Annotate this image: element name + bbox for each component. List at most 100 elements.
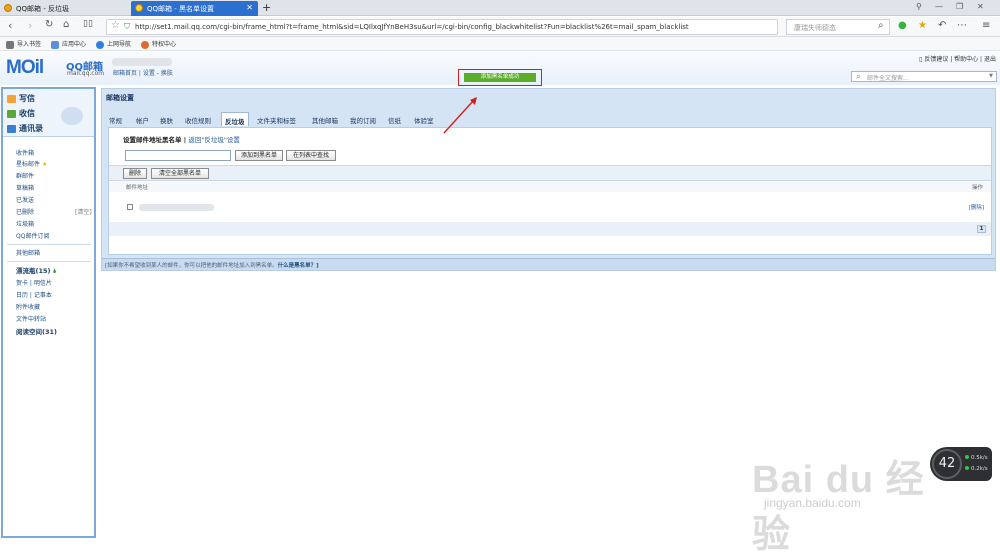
tab-title: QQ邮箱 - 黑名单设置 [147, 5, 214, 13]
top-links[interactable]: ▯ 反馈建议 | 帮助中心 | 退出 [919, 54, 996, 63]
col-action: 操作 [971, 185, 983, 191]
mail-search-input[interactable]: ⌕ 邮件全文搜索... ▼ [851, 71, 997, 82]
page-number[interactable]: 1 [977, 225, 986, 233]
reading-mode-icon[interactable]: ▯▯ [83, 19, 93, 29]
browser-tab-bar: QQ邮箱 - 反垃圾 QQ邮箱 - 黑名单设置 ✕ + ⚲ — ❐ ✕ [0, 0, 1000, 16]
folder-deleted[interactable]: 已删除 [16, 207, 34, 216]
watermark-url: jingyan.baidu.com [764, 496, 861, 510]
row-checkbox[interactable] [127, 204, 133, 210]
header-links[interactable]: 邮箱首页 | 设置 - 换肤 [113, 68, 173, 77]
sidebar: 写信 收信 通讯录 收件箱 星标邮件 ★ 群邮件 草稿箱 已发送 已删除 [清空… [1, 87, 96, 538]
what-is-blacklist-link[interactable]: 什么是黑名单？] [278, 263, 319, 269]
search-icon[interactable]: ⌕ [878, 20, 884, 31]
qq-mail-favicon-icon [135, 4, 143, 12]
row-delete-link[interactable]: [删除] [969, 203, 984, 211]
folder-spam[interactable]: 垃圾箱 [16, 219, 34, 228]
import-icon [6, 40, 14, 49]
browser-search-input[interactable]: 康瑞失师德态 [786, 19, 890, 35]
menu-icon[interactable]: ≡ [982, 20, 990, 31]
forward-icon[interactable]: › [28, 19, 32, 32]
tab-folders[interactable]: 文件夹和标签 [254, 112, 299, 126]
file-transfer[interactable]: 文件中转站 [16, 314, 46, 323]
home-icon[interactable]: ⌂ [63, 19, 69, 30]
receive-button[interactable]: 收信 [7, 108, 35, 119]
browser-tab-spam[interactable]: QQ邮箱 - 反垃圾 [0, 1, 125, 16]
browser-tab-blacklist[interactable]: QQ邮箱 - 黑名单设置 ✕ [131, 1, 258, 16]
bookmarks-bar: 导入书签 应用中心 上网导航 特权中心 [0, 37, 1000, 51]
success-message: 添加黑名单成功 [464, 73, 536, 82]
tab-subscriptions[interactable]: 我的订阅 [347, 112, 379, 126]
table-row: [删除] [109, 200, 991, 214]
restore-button[interactable]: ❐ [956, 2, 963, 11]
address-blurred [139, 204, 214, 211]
more-icon[interactable]: ⋯ [957, 20, 967, 31]
mail-header: MOil QQ邮箱 mail.qq.com 邮箱首页 | 设置 - 换肤 添加黑… [0, 51, 1000, 86]
back-link[interactable]: 返回"反垃圾"设置 [188, 136, 239, 144]
blacklist-address-input[interactable] [125, 150, 231, 161]
network-speed-widget[interactable]: 42 0.5k/s 0.2k/s [930, 447, 992, 481]
other-mailbox[interactable]: 其他邮箱 [16, 248, 40, 257]
decor-icon [61, 107, 83, 125]
new-tab-button[interactable]: + [262, 1, 271, 14]
reading-space[interactable]: 阅读空间(31) [16, 326, 57, 336]
chevron-down-icon[interactable]: ▼ [989, 73, 993, 79]
folder-drafts[interactable]: 草稿箱 [16, 183, 34, 192]
bookmark-star-icon[interactable]: ☆ [111, 20, 120, 31]
search-text: 康瑞失师德态 [794, 24, 836, 32]
compose-button[interactable]: 写信 [7, 93, 35, 104]
tab-account[interactable]: 帐户 [133, 112, 152, 126]
tab-anti-spam[interactable]: 反垃圾 [221, 112, 249, 126]
favorites-icon[interactable]: ★ [918, 20, 927, 31]
navigation-icon [96, 40, 104, 49]
bookmark-app-center[interactable]: 应用中心 [51, 39, 86, 49]
close-window-button[interactable]: ✕ [977, 2, 984, 11]
qq-mail-logo[interactable]: MOil [6, 57, 44, 79]
divider [7, 261, 91, 262]
find-in-list-button[interactable]: 在列表中查找 [286, 150, 336, 161]
tab-rules[interactable]: 收信规则 [182, 112, 214, 126]
clear-all-button[interactable]: 清空全部黑名单 [151, 168, 209, 179]
folder-starred[interactable]: 星标邮件 ★ [16, 159, 47, 168]
folder-sent[interactable]: 已发送 [16, 195, 34, 204]
back-icon[interactable]: ‹ [8, 19, 12, 32]
contacts-icon [7, 124, 16, 133]
url-input[interactable]: ☆ ⛉ http://set1.mail.qq.com/cgi-bin/fram… [106, 19, 778, 35]
page-title: 邮箱设置 [106, 94, 134, 102]
drift-bottle[interactable]: 漂流瓶(15) 🌢 [16, 265, 57, 276]
undo-icon[interactable]: ↶ [938, 20, 946, 31]
extension-icon[interactable]: ● [898, 20, 907, 31]
star-icon: ★ [41, 161, 48, 168]
minimize-button[interactable]: — [935, 2, 943, 11]
tab-skin[interactable]: 换肤 [157, 112, 176, 126]
calendar[interactable]: 日历 | 记事本 [16, 290, 52, 299]
panel-title: 设置邮件地址黑名单 | 返回"反垃圾"设置 [123, 136, 240, 144]
folder-inbox[interactable]: 收件箱 [16, 148, 34, 157]
user-icon[interactable]: ⚲ [916, 2, 922, 11]
blacklist-panel: 设置邮件地址黑名单 | 返回"反垃圾"设置 添加到黑名单 在列表中查找 删除 清… [108, 127, 992, 255]
bottle-icon: 🌢 [52, 267, 57, 275]
bookmark-import[interactable]: 导入书签 [6, 39, 41, 49]
contacts-button[interactable]: 通讯录 [7, 123, 43, 134]
tab-lab[interactable]: 体验室 [411, 112, 437, 126]
add-to-blacklist-button[interactable]: 添加到黑名单 [235, 150, 283, 161]
tab-general[interactable]: 常规 [106, 112, 125, 126]
receive-icon [7, 109, 16, 118]
attachments[interactable]: 附件收藏 [16, 302, 40, 311]
cards[interactable]: 贺卡 | 明信片 [16, 278, 52, 287]
bookmark-nav[interactable]: 上网导航 [96, 39, 131, 49]
delete-button[interactable]: 删除 [123, 168, 147, 179]
compose-icon [7, 94, 16, 103]
reload-icon[interactable]: ↻ [45, 19, 53, 30]
folder-group[interactable]: 群邮件 [16, 171, 34, 180]
list-toolbar: 删除 清空全部黑名单 [109, 165, 991, 181]
status-dot-icon [965, 455, 969, 459]
bookmark-privilege[interactable]: 特权中心 [141, 39, 176, 49]
tab-stationery[interactable]: 信纸 [385, 112, 404, 126]
folder-subscriptions[interactable]: QQ邮件订阅 [16, 231, 49, 240]
status-dot-icon [965, 466, 969, 470]
tab-other-mail[interactable]: 其他邮箱 [309, 112, 341, 126]
logo-url: mail.qq.com [67, 70, 105, 77]
divider [7, 244, 91, 245]
clear-deleted-link[interactable]: [清空] [75, 207, 92, 216]
close-tab-icon[interactable]: ✕ [246, 3, 253, 12]
